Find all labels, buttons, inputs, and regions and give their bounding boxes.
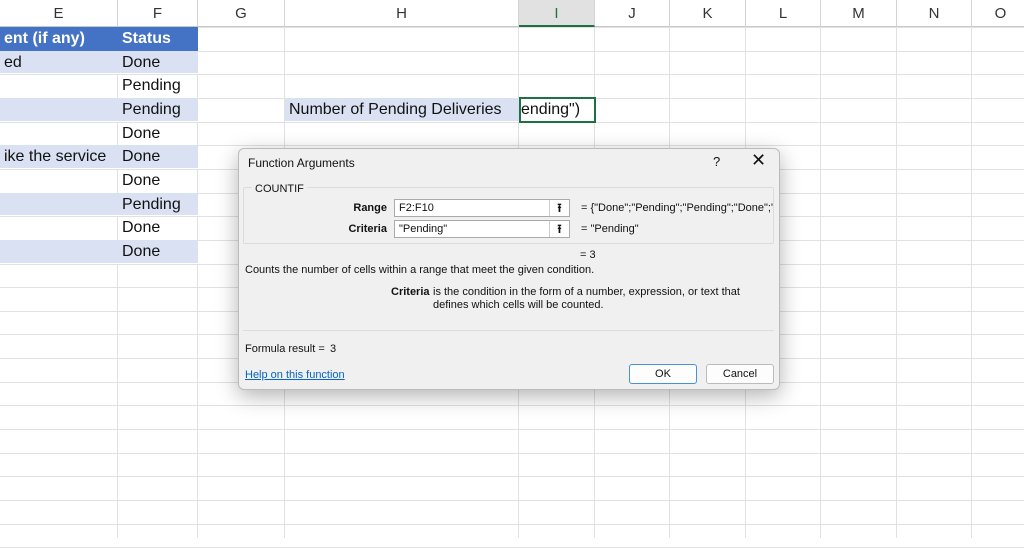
column-header-h[interactable]: H <box>285 0 519 27</box>
cell-f10[interactable]: Done <box>118 240 198 264</box>
arg-help-name: Criteria <box>391 286 430 298</box>
column-header-j[interactable]: J <box>595 0 670 27</box>
cell-e1[interactable]: ent (if any) <box>0 27 118 51</box>
gridline <box>0 405 1024 406</box>
column-header-e[interactable]: E <box>0 0 118 27</box>
cell-i4-active[interactable]: ending") <box>519 97 596 123</box>
column-header-n[interactable]: N <box>897 0 972 27</box>
criteria-label: Criteria <box>348 223 387 235</box>
column-header-m[interactable]: M <box>821 0 897 27</box>
column-header-o[interactable]: O <box>972 0 1024 27</box>
gridline <box>0 429 1024 430</box>
gridline <box>0 524 1024 525</box>
gridline <box>971 27 972 538</box>
range-input[interactable]: F2:F10 ⭱ <box>394 199 570 217</box>
column-header-g[interactable]: G <box>198 0 285 27</box>
cell-e5[interactable] <box>0 122 118 145</box>
cell-e2[interactable]: ed <box>0 51 118 74</box>
gridline <box>0 453 1024 454</box>
cell-f1[interactable]: Status <box>118 27 198 51</box>
cell-f7[interactable]: Done <box>118 169 198 193</box>
function-name: COUNTIF <box>252 183 307 195</box>
function-arguments-dialog: Function Arguments ? ✕ COUNTIF Range F2:… <box>238 148 780 390</box>
cell-e10[interactable] <box>0 240 118 264</box>
function-result: = 3 <box>580 249 596 261</box>
column-header-i[interactable]: I <box>519 0 595 27</box>
dialog-title: Function Arguments <box>248 156 355 170</box>
cell-e8[interactable] <box>0 193 118 216</box>
collapse-range-button[interactable]: ⭱ <box>549 200 569 216</box>
range-label: Range <box>353 202 387 214</box>
cell-f6[interactable]: Done <box>118 145 198 169</box>
gridline <box>0 500 1024 501</box>
divider <box>243 330 774 331</box>
cell-f4[interactable]: Pending <box>118 98 198 122</box>
cell-f5[interactable]: Done <box>118 122 198 145</box>
range-value: F2:F10 <box>399 202 434 214</box>
cell-f3[interactable]: Pending <box>118 74 198 98</box>
range-result: = {"Done";"Pending";"Pending";"Done";" <box>581 202 773 214</box>
criteria-value: "Pending" <box>399 223 448 235</box>
help-link[interactable]: Help on this function <box>245 369 345 381</box>
criteria-result: = "Pending" <box>581 223 639 235</box>
cell-f8[interactable]: Pending <box>118 193 198 216</box>
formula-result-label: Formula result = <box>245 343 325 355</box>
cancel-button[interactable]: Cancel <box>706 364 774 384</box>
criteria-input[interactable]: "Pending" ⭱ <box>394 220 570 238</box>
cell-e3[interactable] <box>0 74 118 98</box>
cell-e9[interactable] <box>0 216 118 240</box>
gridline <box>820 27 821 538</box>
cell-e6[interactable]: ike the service <box>0 145 118 169</box>
help-icon[interactable]: ? <box>713 154 720 169</box>
arg-help-text: is the condition in the form of a number… <box>433 286 740 311</box>
cell-f2[interactable]: Done <box>118 51 198 74</box>
column-header-l[interactable]: L <box>746 0 821 27</box>
formula-result-value: 3 <box>330 343 337 355</box>
column-header-f[interactable]: F <box>118 0 198 27</box>
gridline <box>896 27 897 538</box>
collapse-criteria-button[interactable]: ⭱ <box>549 221 569 237</box>
close-icon[interactable]: ✕ <box>751 150 766 171</box>
cell-e4[interactable] <box>0 98 118 122</box>
cell-f9[interactable]: Done <box>118 216 198 240</box>
gridline <box>0 476 1024 477</box>
function-group: COUNTIF Range F2:F10 ⭱ = {"Done";"Pending… <box>243 183 774 244</box>
cell-h4[interactable]: Number of Pending Deliveries <box>285 98 519 122</box>
ok-button[interactable]: OK <box>629 364 697 384</box>
column-header-k[interactable]: K <box>670 0 746 27</box>
cell-e7[interactable] <box>0 169 118 193</box>
function-description: Counts the number of cells within a rang… <box>245 264 595 276</box>
